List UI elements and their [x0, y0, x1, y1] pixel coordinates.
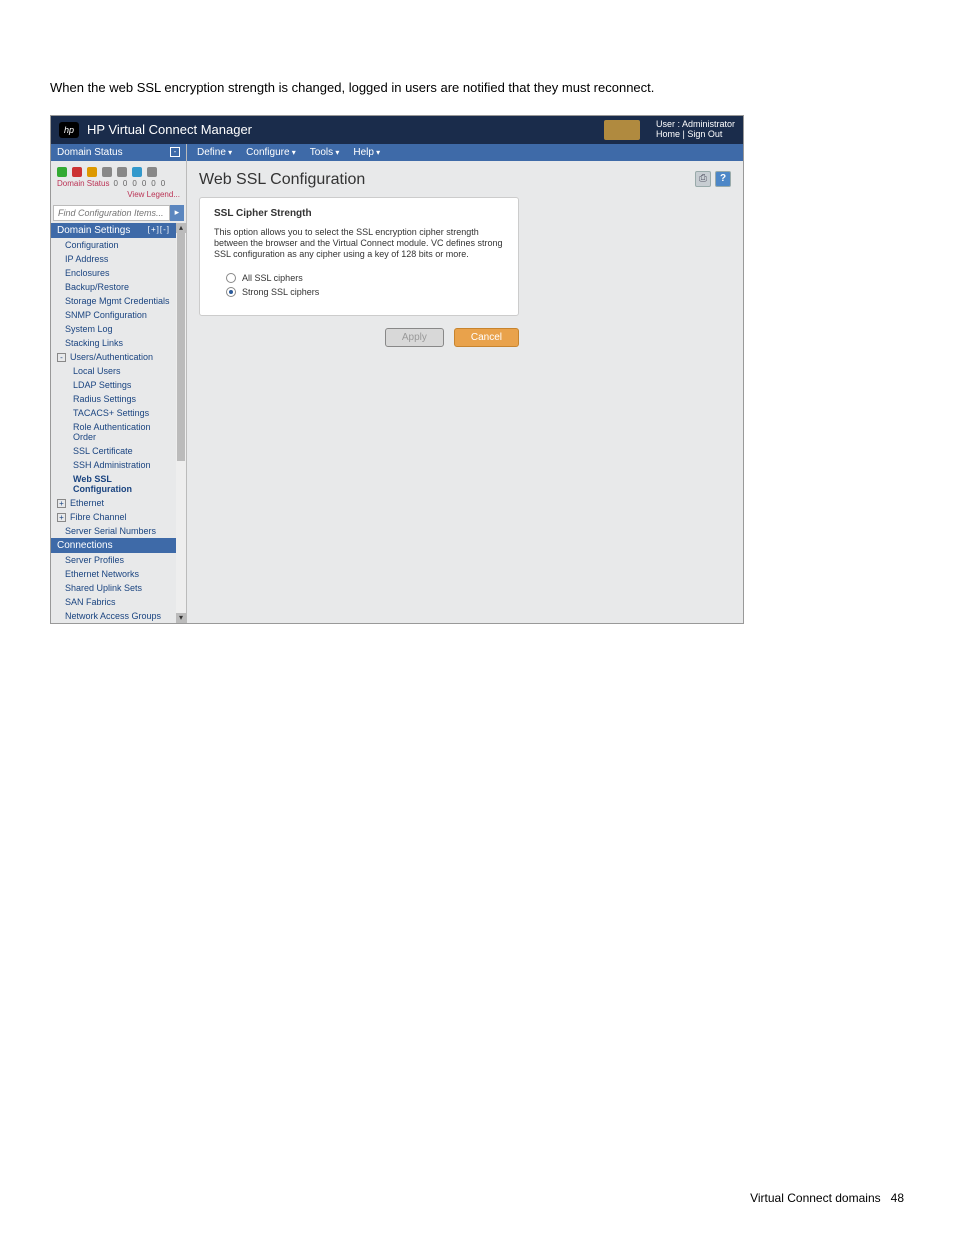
home-link[interactable]: Home [656, 129, 680, 139]
left-scrollbar[interactable]: ▴ ▾ [176, 223, 186, 623]
left-panel: Domain Status - Domain Status [51, 144, 187, 623]
nav-users-auth-group[interactable]: -Users/Authentication [51, 350, 176, 364]
ssl-cipher-card: SSL Cipher Strength This option allows y… [199, 197, 519, 316]
nav-system-log[interactable]: System Log [51, 322, 176, 336]
collapse-icon[interactable]: - [170, 147, 180, 157]
print-icon[interactable]: ⎙ [695, 171, 711, 187]
nav-snmp-config[interactable]: SNMP Configuration [51, 308, 176, 322]
status-unknown-icon [102, 167, 112, 177]
nav-ip-address[interactable]: IP Address [51, 252, 176, 266]
nav-fibre-group[interactable]: +Fibre Channel [51, 510, 176, 524]
topbar: hp HP Virtual Connect Manager User : Adm… [51, 116, 743, 144]
nav-ldap-settings[interactable]: LDAP Settings [51, 378, 176, 392]
page-title: Web SSL Configuration [199, 171, 695, 189]
status-extra-icon [147, 167, 157, 177]
status-warn-icon [87, 167, 97, 177]
radio-icon [226, 273, 236, 283]
scroll-down-icon[interactable]: ▾ [176, 613, 186, 623]
search-input[interactable] [53, 205, 170, 221]
menubar: Define Configure Tools Help [187, 144, 743, 161]
intro-text: When the web SSL encryption strength is … [50, 80, 904, 97]
radio-all-ssl[interactable]: All SSL ciphers [214, 271, 504, 285]
app-window: hp HP Virtual Connect Manager User : Adm… [50, 115, 744, 624]
status-other-icon [117, 167, 127, 177]
status-ok-icon [57, 167, 67, 177]
card-description: This option allows you to select the SSL… [214, 227, 504, 261]
nav-ssh-admin[interactable]: SSH Administration [51, 458, 176, 472]
nav-radius-settings[interactable]: Radius Settings [51, 392, 176, 406]
page-footer: Virtual Connect domains 48 [750, 1191, 904, 1205]
cancel-button[interactable]: Cancel [454, 328, 519, 347]
nav-ssl-certificate[interactable]: SSL Certificate [51, 444, 176, 458]
domain-settings-header: Domain Settings [+][-] [51, 223, 176, 238]
nav-ethernet-group[interactable]: +Ethernet [51, 496, 176, 510]
menu-configure[interactable]: Configure [246, 147, 296, 158]
app-title: HP Virtual Connect Manager [87, 122, 598, 137]
nav-tacacs-settings[interactable]: TACACS+ Settings [51, 406, 176, 420]
domain-status-label: Domain Status [57, 179, 109, 188]
status-info-icon [132, 167, 142, 177]
nav-ethernet-networks[interactable]: Ethernet Networks [51, 567, 176, 581]
user-info: User : Administrator Home | Sign Out [656, 120, 735, 140]
menu-define[interactable]: Define [197, 147, 232, 158]
menu-help[interactable]: Help [353, 147, 380, 158]
apply-button[interactable]: Apply [385, 328, 444, 347]
menu-tools[interactable]: Tools [310, 147, 340, 158]
hp-logo-icon: hp [59, 122, 79, 138]
nav-network-access-groups[interactable]: Network Access Groups [51, 609, 176, 623]
nav-web-ssl-config[interactable]: Web SSL Configuration [51, 472, 176, 496]
radio-checked-icon [226, 287, 236, 297]
radio-strong-ssl[interactable]: Strong SSL ciphers [214, 285, 504, 299]
domain-status-header: Domain Status - [51, 144, 186, 161]
card-title: SSL Cipher Strength [214, 208, 504, 219]
help-icon[interactable]: ? [715, 171, 731, 187]
nav-server-profiles[interactable]: Server Profiles [51, 553, 176, 567]
domain-status-box: Domain Status 0 0 0 0 0 0 [51, 161, 186, 190]
home-icon[interactable] [604, 120, 640, 140]
nav-role-auth-order[interactable]: Role Authentication Order [51, 420, 176, 444]
nav-storage-mgmt[interactable]: Storage Mgmt Credentials [51, 294, 176, 308]
nav-backup-restore[interactable]: Backup/Restore [51, 280, 176, 294]
view-legend-link[interactable]: View Legend... [51, 190, 186, 203]
expand-collapse-icons[interactable]: [+][-] [148, 225, 170, 236]
scroll-up-icon[interactable]: ▴ [176, 223, 186, 233]
main-panel: Define Configure Tools Help Web SSL Conf… [187, 144, 743, 623]
nav-stacking-links[interactable]: Stacking Links [51, 336, 176, 350]
nav-configuration[interactable]: Configuration [51, 238, 176, 252]
search-button[interactable]: ▸ [170, 205, 184, 221]
nav-shared-uplink[interactable]: Shared Uplink Sets [51, 581, 176, 595]
status-error-icon [72, 167, 82, 177]
nav-enclosures[interactable]: Enclosures [51, 266, 176, 280]
connections-header: Connections [51, 538, 176, 553]
nav-local-users[interactable]: Local Users [51, 364, 176, 378]
signout-link[interactable]: Sign Out [687, 129, 722, 139]
nav-san-fabrics[interactable]: SAN Fabrics [51, 595, 176, 609]
nav-server-serial[interactable]: Server Serial Numbers [51, 524, 176, 538]
